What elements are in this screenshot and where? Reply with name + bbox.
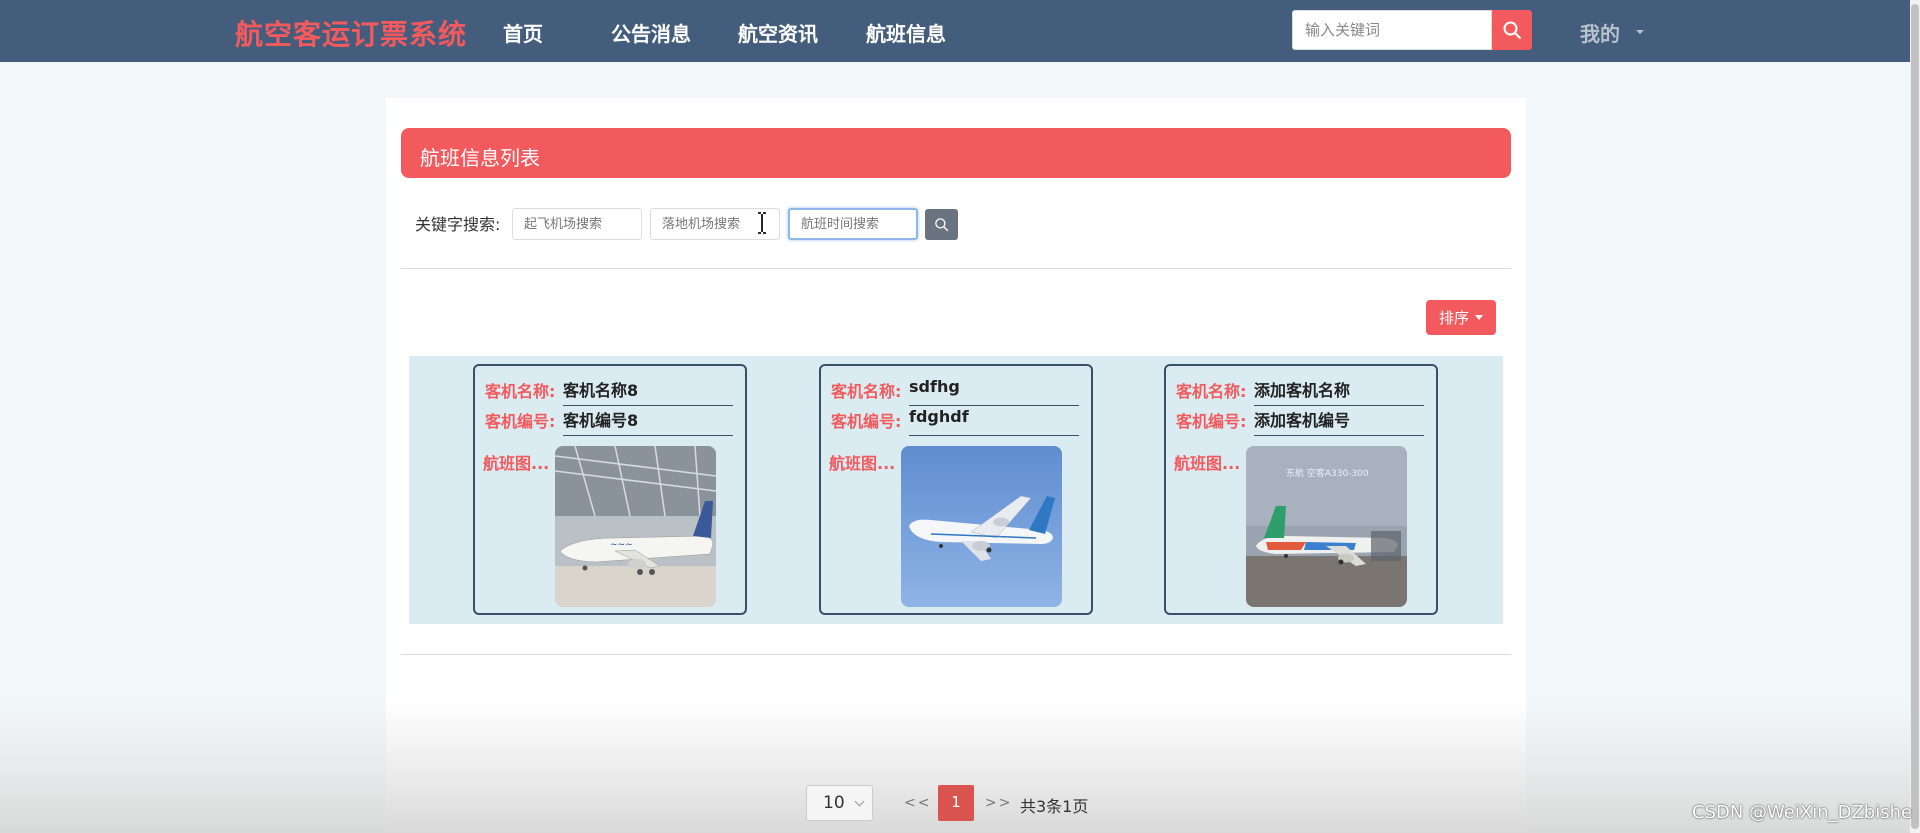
plane-name-value: 添加客机名称 — [1254, 376, 1424, 406]
list-title: 航班信息列表 — [401, 128, 1511, 178]
prev-page-button[interactable]: << — [904, 795, 931, 811]
plane-number-label: 客机编号: — [485, 412, 556, 431]
filter-search-button[interactable] — [925, 209, 958, 240]
keyword-search-label: 关键字搜索: — [415, 215, 501, 234]
plane-number-value: 添加客机编号 — [1254, 406, 1424, 436]
nav-announcements[interactable]: 公告消息 — [611, 18, 691, 47]
divider — [401, 654, 1511, 655]
scrollbar-thumb[interactable] — [1911, 4, 1919, 829]
plane-airport-photo[interactable]: 东航 空客A330-300 — [1246, 446, 1407, 607]
flight-image-label: 航班图... — [1174, 454, 1241, 473]
plane-number-value: 客机编号8 — [563, 406, 733, 436]
sort-label: 排序 — [1438, 309, 1469, 327]
plane-number-label: 客机编号: — [1176, 412, 1247, 431]
pagination-total: 共3条1页 — [1020, 797, 1089, 816]
plane-name-value: 客机名称8 — [563, 376, 733, 406]
plane-hangar-photo[interactable]: ~~~ — [555, 446, 716, 607]
flight-image-label: 航班图... — [483, 454, 550, 473]
search-icon — [1503, 21, 1521, 39]
text-cursor-icon — [758, 212, 766, 234]
plane-name-label: 客机名称: — [1176, 382, 1247, 401]
nav-home[interactable]: 首页 — [503, 18, 543, 47]
flight-image-label: 航班图... — [829, 454, 896, 473]
svg-text:~~~: ~~~ — [610, 540, 633, 550]
flight-card[interactable]: 客机名称: 添加客机名称 客机编号: 添加客机编号 航班图... 东航 空客A3… — [1164, 364, 1438, 615]
nav-aviation-news[interactable]: 航空资讯 — [738, 18, 818, 47]
search-icon — [935, 218, 949, 232]
header-search-button[interactable] — [1492, 10, 1532, 50]
header-search-input[interactable] — [1292, 10, 1492, 50]
user-menu[interactable]: 我的 — [1580, 18, 1620, 47]
plane-number-value: fdghdf — [909, 406, 1079, 436]
nav-flight-info[interactable]: 航班信息 — [866, 18, 946, 47]
flight-card[interactable]: 客机名称: sdfhg 客机编号: fdghdf 航班图... — [819, 364, 1093, 615]
watermark: CSDN @WeiXin_DZbishe — [1692, 802, 1913, 823]
plane-name-label: 客机名称: — [485, 382, 556, 401]
plane-name-label: 客机名称: — [831, 382, 902, 401]
chevron-down-icon[interactable] — [1636, 30, 1644, 34]
departure-airport-input[interactable] — [512, 208, 642, 240]
photo-caption: 东航 空客A330-300 — [1286, 467, 1369, 479]
divider — [401, 268, 1511, 269]
flight-time-input[interactable] — [788, 208, 918, 240]
caret-down-icon — [1475, 315, 1483, 320]
next-page-button[interactable]: >> — [985, 795, 1012, 811]
plane-number-label: 客机编号: — [831, 412, 902, 431]
plane-name-value: sdfhg — [909, 376, 1079, 406]
current-page-button[interactable]: 1 — [938, 785, 974, 821]
plane-flying-photo[interactable] — [901, 446, 1062, 607]
flight-card[interactable]: 客机名称: 客机名称8 客机编号: 客机编号8 航班图... ~~~ — [473, 364, 747, 615]
brand-title[interactable]: 航空客运订票系统 — [235, 13, 467, 53]
sort-button[interactable]: 排序 — [1426, 300, 1496, 335]
